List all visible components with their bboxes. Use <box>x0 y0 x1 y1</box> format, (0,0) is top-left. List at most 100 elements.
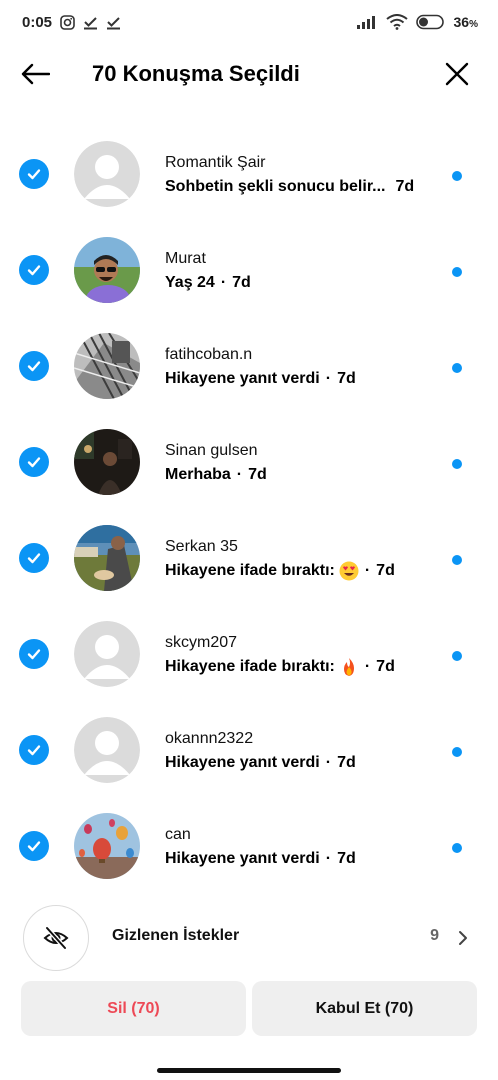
hidden-requests-icon-circle <box>23 905 89 971</box>
download-done-icon-2 <box>106 15 121 30</box>
list-item[interactable]: Sinan gulsen Merhaba · 7d <box>0 414 498 510</box>
avatar <box>74 141 140 207</box>
message-time: 7d <box>376 562 395 579</box>
profile-photo <box>74 525 140 591</box>
separator: · <box>325 850 332 867</box>
separator: · <box>325 754 332 771</box>
conversation-name: can <box>165 826 191 843</box>
conversation-preview: Yaş 24 · 7d <box>165 272 448 293</box>
hidden-requests-row[interactable]: Gizlenen İstekler 9 <box>0 905 498 971</box>
list-item[interactable]: fatihcoban.n Hikayene yanıt verdi · 7d <box>0 318 498 414</box>
conversation-name: Murat <box>165 250 206 267</box>
battery-icon <box>415 14 446 30</box>
conversation-texts: okannn2322 Hikayene yanıt verdi · 7d <box>165 729 448 773</box>
unread-dot <box>452 363 462 373</box>
status-right: 36% <box>356 14 478 30</box>
avatar <box>74 429 140 495</box>
header: 70 Konuşma Seçildi <box>0 44 498 104</box>
fire-emoji-icon <box>339 657 359 677</box>
list-item[interactable]: can Hikayene yanıt verdi · 7d <box>0 798 498 894</box>
delete-button[interactable]: Sil (70) <box>21 981 246 1036</box>
close-button[interactable] <box>442 59 472 89</box>
default-avatar-icon <box>74 621 140 687</box>
unread-dot <box>452 459 462 469</box>
avatar <box>74 237 140 303</box>
conversation-texts: Romantik Şair Sohbetin şekli sonucu beli… <box>165 153 448 197</box>
unread-dot <box>452 651 462 661</box>
last-message: Hikayene yanıt verdi <box>165 370 320 387</box>
conversation-preview: Hikayene yanıt verdi · 7d <box>165 368 448 389</box>
page-title: 70 Konuşma Seçildi <box>92 61 300 86</box>
accept-button[interactable]: Kabul Et (70) <box>252 981 477 1036</box>
status-left: 0:05 <box>22 14 121 31</box>
conversation-name: Romantik Şair <box>165 154 266 171</box>
selected-checkbox[interactable] <box>19 447 49 477</box>
last-message: Sohbetin şekli sonucu belir... <box>165 178 386 195</box>
default-avatar-icon <box>74 141 140 207</box>
close-icon <box>445 62 469 86</box>
conversation-preview: Hikayene ifade bıraktı: · 7d <box>165 560 448 581</box>
message-time: 7d <box>337 370 356 387</box>
selected-checkbox[interactable] <box>19 351 49 381</box>
avatar <box>74 333 140 399</box>
message-time: 7d <box>232 274 251 291</box>
selected-checkbox[interactable] <box>19 735 49 765</box>
conversation-name: skcym207 <box>165 634 238 651</box>
wifi-icon <box>385 14 408 30</box>
separator: · <box>236 466 243 483</box>
conversation-name: okannn2322 <box>165 730 254 747</box>
selected-checkbox[interactable] <box>19 255 49 285</box>
conversation-preview: Hikayene yanıt verdi · 7d <box>165 848 448 869</box>
arrow-left-icon <box>21 63 50 85</box>
avatar <box>74 525 140 591</box>
last-message: Merhaba <box>165 466 231 483</box>
conversation-preview: Hikayene ifade bıraktı: · 7d <box>165 656 448 677</box>
profile-photo <box>74 813 140 879</box>
status-time: 0:05 <box>22 13 53 31</box>
battery-unit: % <box>469 19 478 30</box>
avatar <box>74 813 140 879</box>
conversation-texts: can Hikayene yanıt verdi · 7d <box>165 825 448 869</box>
hidden-requests-count: 9 <box>430 927 439 944</box>
conversation-texts: Sinan gulsen Merhaba · 7d <box>165 441 448 485</box>
list-item[interactable]: Serkan 35 Hikayene ifade bıraktı: · 7d <box>0 510 498 606</box>
profile-photo <box>74 237 140 303</box>
checkmark-icon <box>27 169 41 180</box>
checkmark-icon <box>27 745 41 756</box>
conversation-texts: skcym207 Hikayene ifade bıraktı: · 7d <box>165 633 448 677</box>
unread-dot <box>452 267 462 277</box>
conversation-texts: Serkan 35 Hikayene ifade bıraktı: · 7d <box>165 537 448 581</box>
last-message: Yaş 24 <box>165 274 215 291</box>
profile-photo <box>74 333 140 399</box>
selected-checkbox[interactable] <box>19 639 49 669</box>
unread-dot <box>452 555 462 565</box>
message-time: 7d <box>376 658 395 675</box>
message-time: 7d <box>337 850 356 867</box>
conversation-preview: Merhaba · 7d <box>165 464 448 485</box>
list-item[interactable]: Murat Yaş 24 · 7d <box>0 222 498 318</box>
unread-dot <box>452 747 462 757</box>
separator: · <box>364 562 371 579</box>
eye-off-icon <box>43 926 69 950</box>
conversation-name: fatihcoban.n <box>165 346 253 363</box>
checkmark-icon <box>27 841 41 852</box>
conversation-texts: Murat Yaş 24 · 7d <box>165 249 448 293</box>
selected-checkbox[interactable] <box>19 831 49 861</box>
list-item[interactable]: Romantik Şair Sohbetin şekli sonucu beli… <box>0 126 498 222</box>
selected-checkbox[interactable] <box>19 543 49 573</box>
conversation-list: Romantik Şair Sohbetin şekli sonucu beli… <box>0 126 498 894</box>
separator: · <box>364 658 371 675</box>
download-done-icon <box>83 15 98 30</box>
back-button[interactable] <box>18 60 52 88</box>
default-avatar-icon <box>74 717 140 783</box>
instagram-notification-icon <box>60 14 75 30</box>
hidden-requests-label: Gizlenen İstekler <box>112 927 240 944</box>
list-item[interactable]: okannn2322 Hikayene yanıt verdi · 7d <box>0 702 498 798</box>
chevron-right-icon <box>456 927 470 949</box>
list-item[interactable]: skcym207 Hikayene ifade bıraktı: · 7d <box>0 606 498 702</box>
unread-dot <box>452 171 462 181</box>
status-bar: 0:05 36% <box>0 0 498 44</box>
checkmark-icon <box>27 553 41 564</box>
selected-checkbox[interactable] <box>19 159 49 189</box>
conversation-preview: Sohbetin şekli sonucu belir... 7d <box>165 176 448 197</box>
